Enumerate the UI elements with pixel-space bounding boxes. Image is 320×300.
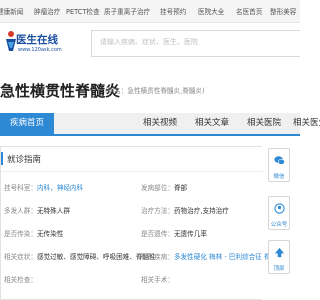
top-nav: 健康新闻 肿瘤治疗 PETCT检查 质子重离子治疗 挂号预约 医院大全 名医首页… (0, 0, 300, 23)
tab-videos[interactable]: 相关视频 (132, 113, 188, 134)
tab-bar: 疾病首页 相关视频 相关文章 相关医院 相关医生 (0, 113, 320, 136)
nav-proton[interactable]: 质子重离子治疗 (104, 6, 150, 16)
info-row-treatment: 治疗方法：药物治疗,支持治疗 (141, 207, 229, 215)
nav-tumor[interactable]: 肿瘤治疗 (34, 6, 60, 16)
info-row-symptoms: 相关症状：感觉过敏、感觉障碍、呼吸困难、脊髓性 (4, 253, 156, 261)
search-box (91, 30, 300, 57)
info-row-department: 挂号科室：内科，神经内科 (4, 184, 84, 192)
official-account-label: 公众号 (270, 222, 288, 228)
arrow-up-icon (274, 247, 285, 258)
info-row-contagious: 是否传染：无传染性 (4, 230, 64, 238)
site-logo[interactable]: 医生在线 www.120ask.com (4, 29, 62, 59)
tab-disease-home[interactable]: 疾病首页 (0, 113, 54, 134)
info-row-exams: 相关检查： (4, 276, 37, 284)
info-row-hereditary: 是否遗传：无遗传几率 (141, 230, 207, 238)
wechat-icon (274, 156, 285, 165)
guide-accent-bar (1, 152, 3, 165)
nav-cosmetic[interactable]: 整形美容 (270, 6, 296, 16)
nav-famous-docs[interactable]: 名医首页 (236, 6, 262, 16)
tab-articles[interactable]: 相关文章 (184, 113, 240, 134)
nav-health-news[interactable]: 健康新闻 (0, 6, 23, 16)
disease-alias: (别名：急性横贯性脊髓炎,脊髓炎) (105, 87, 205, 95)
logo-name: 医生在线 (16, 34, 58, 46)
info-row-site: 发病部位：脊部 (141, 184, 188, 192)
nav-petct[interactable]: PETCT检查 (66, 6, 100, 16)
tab-doctors[interactable]: 相关医生 (282, 113, 320, 134)
nav-appointment[interactable]: 挂号预约 (160, 6, 186, 16)
search-input[interactable] (100, 38, 295, 46)
back-to-top-label: 顶部 (273, 266, 285, 272)
symptoms-list[interactable]: 感觉过敏、感觉障碍、呼吸困难、脊髓性 (37, 253, 156, 261)
wechat-label: 微信 (273, 174, 285, 180)
official-account-icon (274, 203, 285, 214)
wechat-widget[interactable]: 微信 (268, 148, 290, 182)
page-title: 急性横贯性脊髓炎 (0, 82, 121, 100)
disease-header: 急性横贯性脊髓炎 (别名：急性横贯性脊髓炎,脊髓炎) (0, 80, 300, 100)
official-account-widget[interactable]: 公众号 (268, 196, 290, 230)
nav-hospitals[interactable]: 医院大全 (198, 6, 224, 16)
guide-section: 就诊指南 挂号科室：内科，神经内科 发病部位：脊部 多发人群：无特殊人群 治疗方… (0, 146, 290, 300)
info-row-surgery: 相关手术： (141, 276, 174, 284)
guide-heading: 就诊指南 (7, 155, 42, 165)
guide-header: 就诊指南 (1, 147, 263, 172)
logo-url: www.120ask.com (18, 47, 62, 53)
back-to-top-widget[interactable]: 顶部 (268, 240, 290, 274)
department-link[interactable]: 内科，神经内科 (37, 184, 83, 192)
info-row-population: 多发人群：无特殊人群 (4, 207, 70, 215)
